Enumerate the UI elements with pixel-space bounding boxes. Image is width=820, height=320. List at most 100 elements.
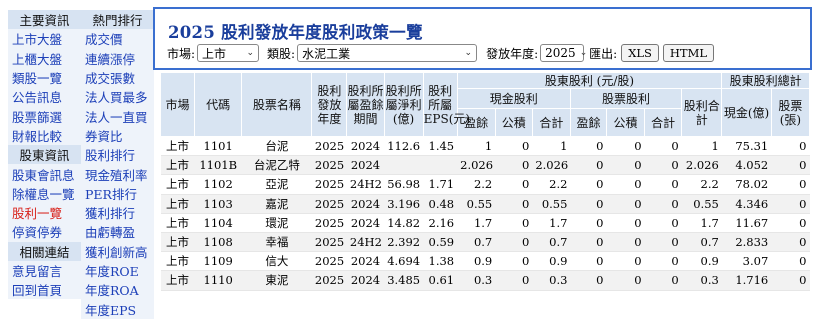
cell-code[interactable]: 1102 [194, 174, 242, 195]
header-stock-dividend: 股票股利 [569, 88, 683, 109]
chevron-down-icon: ⌄ [579, 48, 588, 58]
cell-cash-total: 3.07 [721, 251, 772, 272]
header-stock-total: 股票(張) [770, 88, 811, 137]
sidebar-link-agm[interactable]: 股東會訊息 [8, 164, 81, 184]
cell-stock-total: 0 [771, 136, 810, 157]
sidebar-link-institution-keep-buy[interactable]: 法人一直買 [81, 106, 154, 126]
cell-name[interactable]: 台泥乙特 [241, 155, 312, 176]
cell-stock-sum: 0 [644, 194, 682, 214]
cell-profit: 2.392 [384, 232, 424, 253]
sidebar-link-short-margin[interactable]: 券資比 [81, 125, 154, 146]
sidebar-link-dividend-rank[interactable]: 股利排行 [81, 145, 154, 165]
cell-stock-total: 0 [771, 194, 810, 214]
cell-name[interactable]: 環泥 [241, 213, 312, 233]
cell-cash-surplus: 0.3 [457, 270, 496, 291]
header-stock-subtotal: 合計 [644, 108, 683, 137]
cell-code[interactable]: 1110 [194, 270, 242, 291]
cell-period: 24H2 [346, 174, 384, 195]
cell-code[interactable]: 1104 [194, 213, 242, 233]
sidebar-link-otc-market[interactable]: 上櫃大盤 [8, 48, 81, 68]
cell-year: 2025 [311, 213, 347, 233]
sidebar-link-institution-buy[interactable]: 法人買最多 [81, 87, 154, 107]
cell-cash-sum: 0.3 [532, 270, 571, 291]
cell-total: 0.9 [681, 251, 722, 272]
cell-stock-reserve: 0 [606, 270, 645, 291]
cell-profit: 112.6 [384, 136, 424, 157]
cell-name[interactable]: 台泥 [241, 136, 312, 157]
cell-stock-surplus: 0 [570, 270, 607, 291]
cell-stock-total: 0 [771, 270, 810, 291]
cell-name[interactable]: 信大 [241, 251, 312, 272]
category-select[interactable]: 水泥工業 ⌄ [297, 44, 478, 62]
cell-year: 2025 [311, 174, 347, 195]
export-xls-button[interactable]: XLS [621, 44, 659, 62]
cell-code[interactable]: 1103 [194, 194, 242, 214]
cell-code[interactable]: 1109 [194, 251, 242, 272]
cell-period: 24H2 [346, 232, 384, 253]
cell-name[interactable]: 幸福 [241, 232, 312, 253]
sidebar-link-feedback[interactable]: 意見留言 [8, 260, 81, 281]
cell-stock-reserve: 0 [606, 251, 645, 272]
cell-cash-sum: 2.026 [532, 155, 571, 176]
export-html-button[interactable]: HTML [662, 44, 715, 62]
header-cash-total: 現金(億) [721, 88, 772, 137]
export-label: 匯出: [589, 46, 618, 61]
cell-name[interactable]: 東泥 [241, 270, 312, 291]
sidebar-link-price[interactable]: 成交價 [81, 29, 154, 49]
cell-cash-total: 11.67 [721, 213, 772, 233]
cell-cash-surplus: 0.55 [457, 194, 496, 214]
sidebar-nav: 主要資訊 熱門排行 上市大盤 成交價 上櫃大盤 連續漲停 類股一覽 成交張數 公… [8, 10, 154, 319]
cell-stock-reserve: 0 [606, 155, 645, 176]
sidebar-link-eps[interactable]: 年度EPS [81, 299, 154, 319]
cell-profit: 3.485 [384, 270, 424, 291]
cell-stock-reserve: 0 [606, 194, 645, 214]
sidebar-link-announcements[interactable]: 公告訊息 [8, 87, 81, 107]
cell-total: 2.2 [681, 174, 722, 195]
sidebar-link-sectors[interactable]: 類股一覽 [8, 67, 81, 88]
sidebar-link-cash-yield[interactable]: 現金殖利率 [81, 164, 154, 184]
sidebar-link-roe[interactable]: 年度ROE [81, 260, 154, 281]
cell-period: 2024 [346, 270, 384, 291]
cell-cash-surplus: 0.9 [457, 251, 496, 272]
cell-code[interactable]: 1108 [194, 232, 242, 253]
cell-market: 上市 [160, 136, 195, 157]
cell-stock-surplus: 0 [570, 174, 607, 195]
cell-name[interactable]: 亞泥 [241, 174, 312, 195]
cell-stock-surplus: 0 [570, 194, 607, 214]
sidebar-link-limit-up[interactable]: 連續漲停 [81, 48, 154, 68]
sidebar-link-financials[interactable]: 財報比較 [8, 125, 81, 146]
sidebar-header-stock: 股東資訊 [8, 145, 81, 165]
sidebar-link-per-rank[interactable]: PER排行 [81, 183, 154, 203]
cell-cash-surplus: 2.2 [457, 174, 496, 195]
sidebar-link-screener[interactable]: 股票篩選 [8, 106, 81, 126]
cell-market: 上市 [160, 232, 195, 253]
sidebar-link-home[interactable]: 回到首頁 [8, 280, 81, 300]
cell-market: 上市 [160, 194, 195, 214]
sidebar-link-profit-high[interactable]: 獲利創新高 [81, 241, 154, 261]
sidebar-link-suspension[interactable]: 停資停券 [8, 222, 81, 242]
table-row: 上市 1102 亞泥 2025 24H2 56.98 1.71 2.2 0 2.2 0 0 0 2.2 78… [160, 174, 810, 195]
cell-cash-sum: 0.9 [532, 251, 571, 272]
sidebar-link-ex-dividend[interactable]: 除權息一覽 [8, 183, 81, 203]
cell-period: 2024 [346, 136, 384, 157]
year-select[interactable]: 2025 ⌄ [540, 44, 587, 62]
sidebar-link-volume[interactable]: 成交張數 [81, 67, 154, 88]
cell-cash-reserve: 0 [495, 136, 533, 157]
market-label: 市場: [167, 46, 196, 61]
cell-total: 0.3 [681, 270, 722, 291]
cell-name[interactable]: 嘉泥 [241, 194, 312, 214]
cell-code[interactable]: 1101 [194, 136, 242, 157]
market-select[interactable]: 上市 ⌄ [197, 44, 260, 62]
cell-cash-total: 4.052 [721, 155, 772, 176]
dividend-table-wrapper: 市場 代碼 股票名稱 股利發放年度 股利所屬盈餘期間 股利所屬淨利(億) 股利所… [160, 72, 811, 291]
header-earn-period: 股利所屬盈餘期間 [346, 72, 385, 137]
sidebar-link-dividend-list[interactable]: 股利一覽 [8, 202, 81, 223]
sidebar-link-roa[interactable]: 年度ROA [81, 280, 154, 300]
cell-cash-reserve: 0 [495, 232, 533, 253]
cell-cash-reserve: 0 [495, 270, 533, 291]
sidebar-link-twse-market[interactable]: 上市大盤 [8, 29, 81, 49]
cell-code[interactable]: 1101B [194, 155, 242, 176]
sidebar-link-turnaround[interactable]: 由虧轉盈 [81, 222, 154, 242]
cell-stock-reserve: 0 [606, 213, 645, 233]
sidebar-link-profit-rank[interactable]: 獲利排行 [81, 202, 154, 223]
